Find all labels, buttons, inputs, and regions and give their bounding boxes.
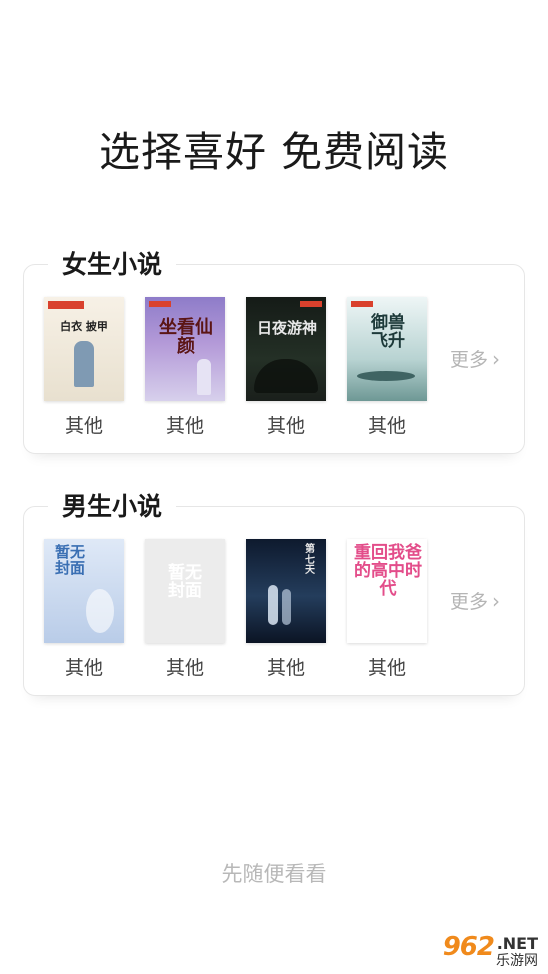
female-novels-section: 女生小说 白衣 披甲 其他 坐看仙颜 其他 日夜游神 其他 御兽飞升 其他 更多… xyxy=(23,245,525,454)
book-category: 其他 xyxy=(266,415,305,437)
browse-casually-button[interactable]: 先随便看看 xyxy=(0,858,548,888)
book-card[interactable]: 白衣 披甲 其他 xyxy=(44,297,124,438)
page-title: 选择喜好 免费阅读 xyxy=(98,128,450,176)
cover-figures xyxy=(254,359,318,393)
book-category: 其他 xyxy=(266,657,305,679)
cover-title: 日夜游神 xyxy=(256,319,317,337)
more-link-male[interactable]: 更多 › xyxy=(450,587,500,614)
feather-decoration xyxy=(86,589,114,633)
cover-title: 御兽飞升 xyxy=(371,313,405,351)
book-card[interactable]: 御兽飞升 其他 xyxy=(347,297,427,438)
chevron-right-icon: › xyxy=(492,346,500,371)
cover-title: 坐看仙颜 xyxy=(159,317,213,357)
book-card[interactable]: 第七天 其他 xyxy=(246,539,326,680)
book-card[interactable]: 重回我爸的高中时代 其他 xyxy=(347,539,427,680)
book-cover[interactable]: 暂无封面 xyxy=(44,539,124,643)
cover-figure xyxy=(282,589,291,625)
more-label: 更多 xyxy=(449,349,488,371)
cover-creature xyxy=(357,371,415,381)
cover-figure xyxy=(74,341,94,387)
book-cover[interactable]: 白衣 披甲 xyxy=(44,297,124,401)
book-category: 其他 xyxy=(367,415,406,437)
section-title-female: 女生小说 xyxy=(48,245,177,281)
book-cover[interactable]: 坐看仙颜 xyxy=(145,297,225,401)
cover-figure xyxy=(197,359,211,395)
section-title-male: 男生小说 xyxy=(48,487,177,523)
more-label: 更多 xyxy=(449,591,488,613)
cover-placeholder-text: 暂无封面 xyxy=(54,543,85,577)
cover-title: 白衣 披甲 xyxy=(60,320,108,333)
site-watermark: 962 .NET 乐游网 xyxy=(412,932,542,969)
publisher-logo xyxy=(300,301,322,307)
book-cover[interactable]: 暂无封面 xyxy=(145,539,225,643)
book-category: 其他 xyxy=(64,415,103,437)
book-cover[interactable]: 御兽飞升 xyxy=(347,297,427,401)
cover-figure xyxy=(268,585,278,625)
book-card[interactable]: 坐看仙颜 其他 xyxy=(145,297,225,438)
more-link-female[interactable]: 更多 › xyxy=(450,345,500,372)
chevron-right-icon: › xyxy=(492,588,500,613)
watermark-cn: 乐游网 xyxy=(496,953,538,969)
cover-title: 第七天 xyxy=(305,544,315,576)
book-cover[interactable]: 重回我爸的高中时代 xyxy=(347,539,427,643)
publisher-logo xyxy=(149,301,171,307)
book-category: 其他 xyxy=(64,657,103,679)
book-card[interactable]: 暂无封面 其他 xyxy=(145,539,225,680)
book-category: 其他 xyxy=(367,657,406,679)
book-card[interactable]: 暂无封面 其他 xyxy=(44,539,124,680)
book-cover[interactable]: 日夜游神 xyxy=(246,297,326,401)
book-card[interactable]: 日夜游神 其他 xyxy=(246,297,326,438)
watermark-number: 962 xyxy=(442,932,495,962)
publisher-logo xyxy=(351,301,373,307)
cover-placeholder-text: 暂无封面 xyxy=(168,563,202,601)
cover-title: 重回我爸的高中时代 xyxy=(354,543,422,599)
male-novels-section: 男生小说 暂无封面 其他 暂无封面 其他 第七天 其他 重回我爸的高中时代 其他… xyxy=(23,487,525,696)
book-cover[interactable]: 第七天 xyxy=(246,539,326,643)
book-category: 其他 xyxy=(165,657,204,679)
book-category: 其他 xyxy=(165,415,204,437)
publisher-logo xyxy=(48,301,84,309)
